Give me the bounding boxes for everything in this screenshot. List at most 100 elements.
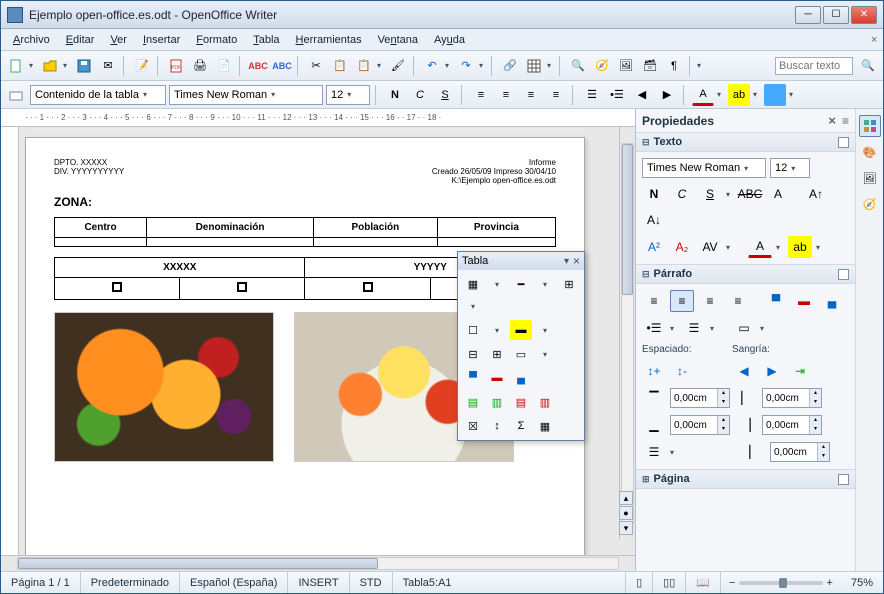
menu-ver[interactable]: Ver [102, 32, 135, 48]
vertical-scrollbar[interactable] [619, 127, 635, 539]
sidebar-strike-button[interactable]: ABC [738, 183, 762, 205]
sidebar-size-combo[interactable]: 12▾ [770, 158, 810, 178]
datasources-button[interactable]: 🗃 [639, 55, 661, 77]
sidebar-font-combo[interactable]: Times New Roman▾ [642, 158, 766, 178]
sidetab-styles[interactable]: 🎨 [859, 141, 881, 163]
zoom-out-icon[interactable]: − [729, 577, 735, 589]
tbl-line-dropdown[interactable] [534, 274, 556, 294]
paste-button[interactable]: 📋 [353, 55, 375, 77]
open-dropdown[interactable] [63, 61, 71, 70]
bullets-button[interactable]: •☰ [606, 84, 628, 106]
underline-button[interactable]: S [434, 84, 456, 106]
redo-button[interactable]: ↷ [455, 55, 477, 77]
minimize-button[interactable]: ─ [795, 6, 821, 24]
font-combo[interactable]: Times New Roman▾ [169, 85, 323, 105]
format-paint-button[interactable]: 🖌 [387, 55, 409, 77]
align-left-button[interactable]: ≡ [470, 84, 492, 106]
menu-archivo[interactable]: Archivo [5, 32, 58, 48]
para-numbering-button[interactable]: ☰ [682, 317, 706, 339]
status-style[interactable]: Predeterminado [81, 572, 180, 593]
tbl-line-style-button[interactable]: ━ [510, 274, 532, 294]
table-dropdown[interactable] [547, 61, 555, 70]
indent-first-field[interactable]: ▴▾ [770, 442, 830, 462]
toolbar-overflow[interactable] [697, 61, 705, 70]
menu-ayuda[interactable]: Ayuda [426, 32, 473, 48]
status-view-single-icon[interactable]: ▯ [626, 572, 653, 593]
font-color-button[interactable]: A [692, 84, 714, 106]
email-button[interactable]: ✉ [97, 55, 119, 77]
space-above-field[interactable]: ▴▾ [670, 388, 730, 408]
status-page[interactable]: Página 1 / 1 [1, 572, 81, 593]
navigator-button[interactable]: 🧭 [591, 55, 613, 77]
sidetab-properties[interactable] [859, 115, 881, 137]
numbering-button[interactable]: ☰ [581, 84, 603, 106]
tbl-top-align-button[interactable]: ▀ [462, 368, 484, 388]
font-color-dropdown[interactable] [717, 90, 725, 99]
tbl-select-button[interactable]: ☒ [462, 416, 484, 436]
doc-close-button[interactable]: × [863, 32, 879, 48]
para-align-left-button[interactable]: ≡ [642, 290, 666, 312]
para-align-justify-button[interactable]: ≡ [726, 290, 750, 312]
vertical-ruler[interactable] [1, 127, 19, 555]
table-button[interactable] [523, 55, 545, 77]
horizontal-scrollbar[interactable] [1, 555, 635, 571]
sidebar-shadow-button[interactable]: A [766, 183, 790, 205]
tbl-autoformat-button[interactable]: ⊞ [558, 274, 580, 294]
maximize-button[interactable]: ☐ [823, 6, 849, 24]
autospell-button[interactable]: ABC [271, 55, 293, 77]
gallery-button[interactable]: 🖼 [615, 55, 637, 77]
print-button[interactable]: 🖨 [189, 55, 211, 77]
menu-insertar[interactable]: Insertar [135, 32, 188, 48]
copy-button[interactable]: 📋 [329, 55, 351, 77]
hyperlink-button[interactable]: 🔗 [499, 55, 521, 77]
tbl-border-none-button[interactable]: ☐ [462, 320, 484, 340]
nonprint-button[interactable]: ¶ [663, 55, 685, 77]
para-bullets-button[interactable]: •☰ [642, 317, 666, 339]
tbl-split-button[interactable]: ⊞ [486, 344, 508, 364]
tbl-insert-table-button[interactable]: ▦ [462, 274, 484, 294]
bold-button[interactable]: N [384, 84, 406, 106]
sidebar-more-icon[interactable]: ≡ [842, 114, 849, 128]
sidebar-bold-button[interactable]: N [642, 183, 666, 205]
para-bg-button[interactable]: ▭ [732, 317, 756, 339]
section-texto-header[interactable]: ⊟Texto [636, 132, 855, 152]
sidebar-charspace-button[interactable]: AV [698, 236, 722, 258]
undo-button[interactable]: ↶ [421, 55, 443, 77]
inc-indent-button[interactable]: ▶ [656, 84, 678, 106]
size-combo[interactable]: 12▾ [326, 85, 370, 105]
sidebar-grow-button[interactable]: A↑ [804, 183, 828, 205]
indent-hang-button[interactable]: ⇥ [788, 360, 812, 382]
menu-tabla[interactable]: Tabla [245, 32, 287, 48]
zoom-slider[interactable]: − + [721, 577, 841, 589]
section-expand-icon[interactable] [838, 137, 849, 148]
tbl-auto-dropdown[interactable] [462, 296, 484, 316]
tbl-ins-col-button[interactable]: ▥ [486, 392, 508, 412]
sidebar-close-button[interactable]: × [828, 113, 836, 128]
indent-before-field[interactable]: ▴▾ [762, 388, 822, 408]
align-justify-button[interactable]: ≡ [545, 84, 567, 106]
nav-up-button[interactable]: ▴ [619, 491, 633, 505]
zoom-in-icon[interactable]: + [827, 577, 833, 589]
sidebar-super-button[interactable]: A² [642, 236, 666, 258]
tbl-mid-align-button[interactable]: ▬ [486, 368, 508, 388]
save-button[interactable] [73, 55, 95, 77]
section-parrafo-header[interactable]: ⊟Párrafo [636, 264, 855, 284]
sidetab-navigator[interactable]: 🧭 [859, 193, 881, 215]
doc-image-1[interactable] [54, 312, 274, 462]
align-right-button[interactable]: ≡ [520, 84, 542, 106]
status-std[interactable]: STD [350, 572, 393, 593]
sidebar-italic-button[interactable]: C [670, 183, 694, 205]
tbl-merge-button[interactable]: ⊟ [462, 344, 484, 364]
preview-button[interactable]: 📄 [213, 55, 235, 77]
status-insert[interactable]: INSERT [288, 572, 349, 593]
nav-down-button[interactable]: ▾ [619, 521, 633, 535]
nav-obj-button[interactable]: ● [619, 506, 633, 520]
sidebar-shrink-button[interactable]: A↓ [642, 209, 666, 231]
section-expand-icon[interactable] [838, 474, 849, 485]
tbl-sum-button[interactable]: Σ [510, 416, 532, 436]
sidebar-fontcolor-button[interactable]: A [748, 236, 772, 258]
indent-after-field[interactable]: ▴▾ [762, 415, 822, 435]
para-valign-top-button[interactable]: ▀ [764, 290, 788, 312]
bgcolor-dropdown[interactable] [789, 90, 797, 99]
horizontal-ruler[interactable]: · · · 1 · · · 2 · · · 3 · · · 4 · · · 5 … [1, 109, 635, 127]
